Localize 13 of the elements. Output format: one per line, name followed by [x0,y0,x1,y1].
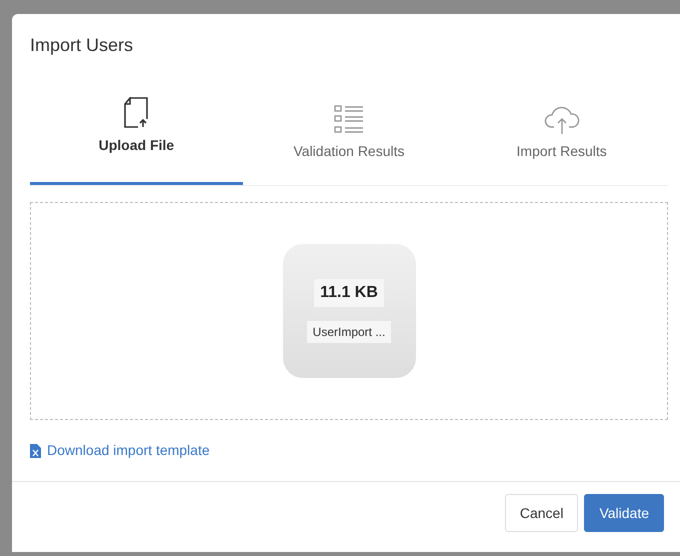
cancel-button[interactable]: Cancel [504,494,578,532]
validate-button[interactable]: Validate [584,494,664,532]
dialog-title: Import Users [29,34,134,57]
excel-file-icon [30,444,41,458]
tab[interactable]: Import Results [455,97,668,185]
checklist-icon [333,103,365,135]
download-template-link[interactable]: Download import template [30,440,210,461]
file-name: UserImport ... [306,321,392,343]
tab[interactable]: Validation Results [242,97,456,185]
document-upload-icon [123,97,150,129]
file-size: 11.1 KB [314,279,384,307]
file-drop-zone[interactable]: 11.1 KB UserImport ... [30,202,668,420]
tab[interactable]: Upload File [30,97,243,185]
